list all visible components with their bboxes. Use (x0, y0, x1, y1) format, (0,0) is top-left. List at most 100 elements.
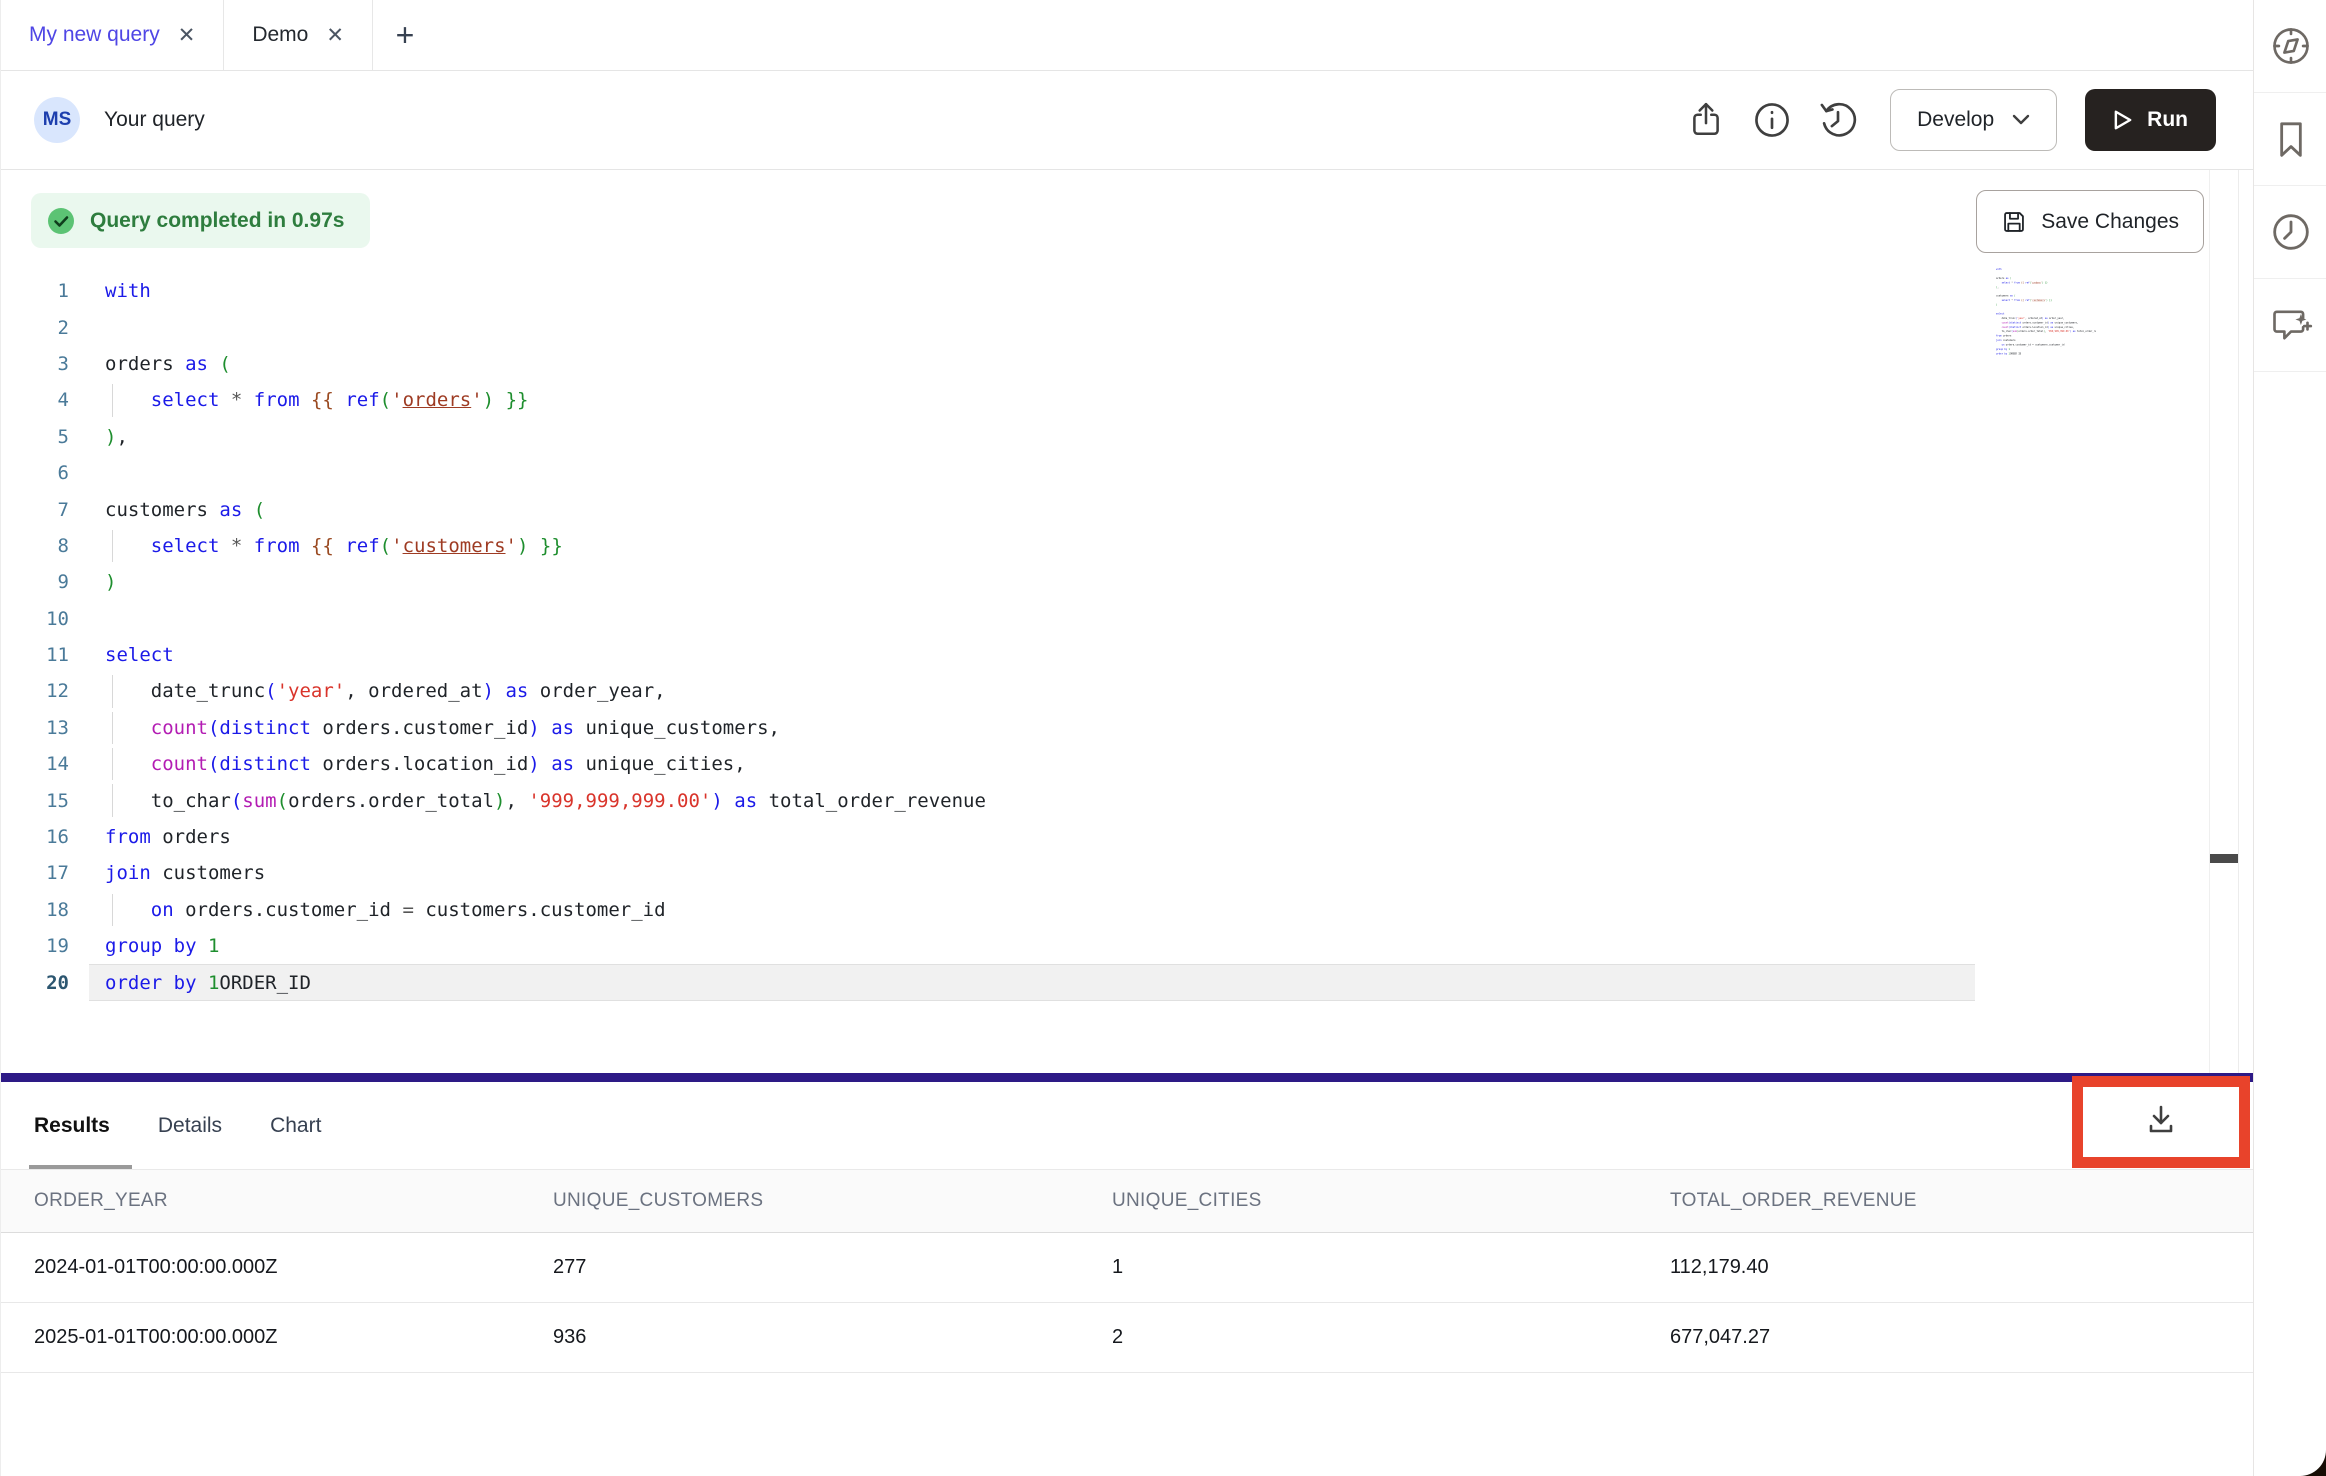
code-line[interactable]: 14 count(distinct orders.location_id) as… (1, 746, 2101, 782)
minimap-code: withorders as ( select * from {{ ref('or… (1996, 268, 2096, 357)
tab-demo[interactable]: Demo ✕ (224, 0, 373, 70)
code-line[interactable]: 1with (1, 273, 2101, 309)
ref-link[interactable]: orders (403, 389, 472, 411)
explore-button[interactable] (2254, 0, 2326, 93)
history-button[interactable] (1816, 98, 1860, 142)
run-label: Run (2147, 108, 2188, 132)
table-cell: 1 (1112, 1232, 1670, 1302)
code-line[interactable]: 10 (1, 601, 2101, 637)
new-tab-button[interactable]: + (373, 0, 437, 70)
line-number: 13 (1, 717, 69, 739)
line-number: 19 (1, 935, 69, 957)
column-header: TOTAL_ORDER_REVENUE (1670, 1170, 2253, 1232)
line-number: 6 (1, 462, 69, 484)
share-button[interactable] (1684, 98, 1728, 142)
line-number: 17 (1, 862, 69, 884)
tab-chart[interactable]: Chart (270, 1082, 321, 1169)
download-results-button[interactable] (2143, 1102, 2179, 1143)
line-number: 4 (1, 389, 69, 411)
code-line[interactable]: 9) (1, 564, 2101, 600)
line-number: 16 (1, 826, 69, 848)
tab-label: My new query (29, 23, 160, 47)
results-table-body: 2024-01-01T00:00:00.000Z2771112,179.4020… (1, 1232, 2253, 1372)
scrollbar-track (2209, 170, 2210, 1073)
code-line[interactable]: 17join customers (1, 855, 2101, 891)
tab-results[interactable]: Results (34, 1082, 110, 1169)
download-icon (2143, 1102, 2179, 1138)
results-table: ORDER_YEARUNIQUE_CUSTOMERSUNIQUE_CITIEST… (1, 1170, 2253, 1373)
save-changes-button[interactable]: Save Changes (1976, 190, 2204, 253)
ref-link[interactable]: customers (2032, 299, 2045, 302)
code-line[interactable]: 11select (1, 637, 2101, 673)
table-cell: 2024-01-01T00:00:00.000Z (1, 1232, 553, 1302)
bookmarks-button[interactable] (2254, 93, 2326, 186)
line-number: 1 (1, 280, 69, 302)
column-header: ORDER_YEAR (1, 1170, 553, 1232)
main-pane: My new query ✕ Demo ✕ + MS Your query (1, 0, 2253, 1476)
tab-my-new-query[interactable]: My new query ✕ (1, 0, 224, 70)
table-cell: 936 (553, 1302, 1112, 1372)
table-cell: 112,179.40 (1670, 1232, 2253, 1302)
share-icon (1687, 101, 1725, 139)
history-panel-button[interactable] (2254, 186, 2326, 279)
tab-details[interactable]: Details (158, 1082, 222, 1169)
query-tab-bar: My new query ✕ Demo ✕ + (1, 0, 2253, 71)
code-line[interactable]: 3orders as ( (1, 346, 2101, 382)
minimap[interactable]: withorders as ( select * from {{ ref('or… (1996, 268, 2096, 363)
query-status-badge: Query completed in 0.97s (31, 193, 370, 248)
query-header: MS Your query (1, 71, 2253, 170)
code-line[interactable]: 12 date_trunc('year', ordered_at) as ord… (1, 673, 2101, 709)
right-sidebar (2253, 0, 2326, 1476)
clock-icon (2270, 211, 2312, 253)
table-cell: 2 (1112, 1302, 1670, 1372)
bookmark-icon (2270, 118, 2312, 160)
compass-icon (2269, 24, 2313, 68)
code-line[interactable]: 6 (1, 455, 2101, 491)
code-line[interactable]: 16from orders (1, 819, 2101, 855)
line-number: 2 (1, 317, 69, 339)
info-button[interactable] (1750, 98, 1794, 142)
column-header: UNIQUE_CUSTOMERS (553, 1170, 1112, 1232)
code-line[interactable]: 8 select * from {{ ref('customers') }} (1, 528, 2101, 564)
pane-splitter[interactable] (1, 1073, 2253, 1082)
table-cell: 677,047.27 (1670, 1302, 2253, 1372)
chevron-down-icon (2012, 114, 2030, 126)
scrollbar-thumb[interactable] (2210, 854, 2238, 863)
close-icon[interactable]: ✕ (178, 25, 196, 46)
table-row: 2025-01-01T00:00:00.000Z9362677,047.27 (1, 1302, 2253, 1372)
app-window: My new query ✕ Demo ✕ + MS Your query (0, 0, 2326, 1476)
line-number: 8 (1, 535, 69, 557)
ai-assistant-button[interactable] (2254, 279, 2326, 372)
line-number: 9 (1, 571, 69, 593)
run-button[interactable]: Run (2085, 89, 2216, 151)
code-line[interactable]: 20order by 1ORDER_ID (1, 964, 2101, 1000)
code-line[interactable]: 2 (1, 309, 2101, 345)
tab-label: Demo (252, 23, 308, 47)
line-number: 5 (1, 426, 69, 448)
line-number: 3 (1, 353, 69, 375)
info-icon (1752, 100, 1792, 140)
line-number: 15 (1, 790, 69, 812)
code-line[interactable]: 18 on orders.customer_id = customers.cus… (1, 892, 2101, 928)
annotation-highlight-box (2072, 1076, 2250, 1168)
line-number: 11 (1, 644, 69, 666)
sql-editor[interactable]: Query completed in 0.97s Save Changes 1w… (1, 170, 2253, 1073)
close-icon[interactable]: ✕ (326, 25, 344, 46)
code-line[interactable]: 7customers as ( (1, 491, 2101, 527)
results-table-header: ORDER_YEARUNIQUE_CUSTOMERSUNIQUE_CITIEST… (1, 1170, 2253, 1232)
ref-link[interactable]: customers (403, 535, 506, 557)
code-line[interactable]: 4 select * from {{ ref('orders') }} (1, 382, 2101, 418)
code-line[interactable]: 15 to_char(sum(orders.order_total), '999… (1, 782, 2101, 818)
code-line[interactable]: 19group by 1 (1, 928, 2101, 964)
develop-dropdown[interactable]: Develop (1890, 89, 2057, 151)
column-header: UNIQUE_CITIES (1112, 1170, 1670, 1232)
code-line[interactable]: 5), (1, 419, 2101, 455)
code-line[interactable]: 13 count(distinct orders.customer_id) as… (1, 710, 2101, 746)
table-row: 2024-01-01T00:00:00.000Z2771112,179.40 (1, 1232, 2253, 1302)
play-icon (2113, 109, 2133, 131)
code-lines[interactable]: 1with 2 3orders as (4 select * from {{ ref… (1, 273, 2101, 1001)
ref-link[interactable]: orders (2032, 281, 2040, 284)
page-title: Your query (104, 108, 205, 132)
plus-icon: + (396, 17, 415, 54)
table-cell: 2025-01-01T00:00:00.000Z (1, 1302, 553, 1372)
